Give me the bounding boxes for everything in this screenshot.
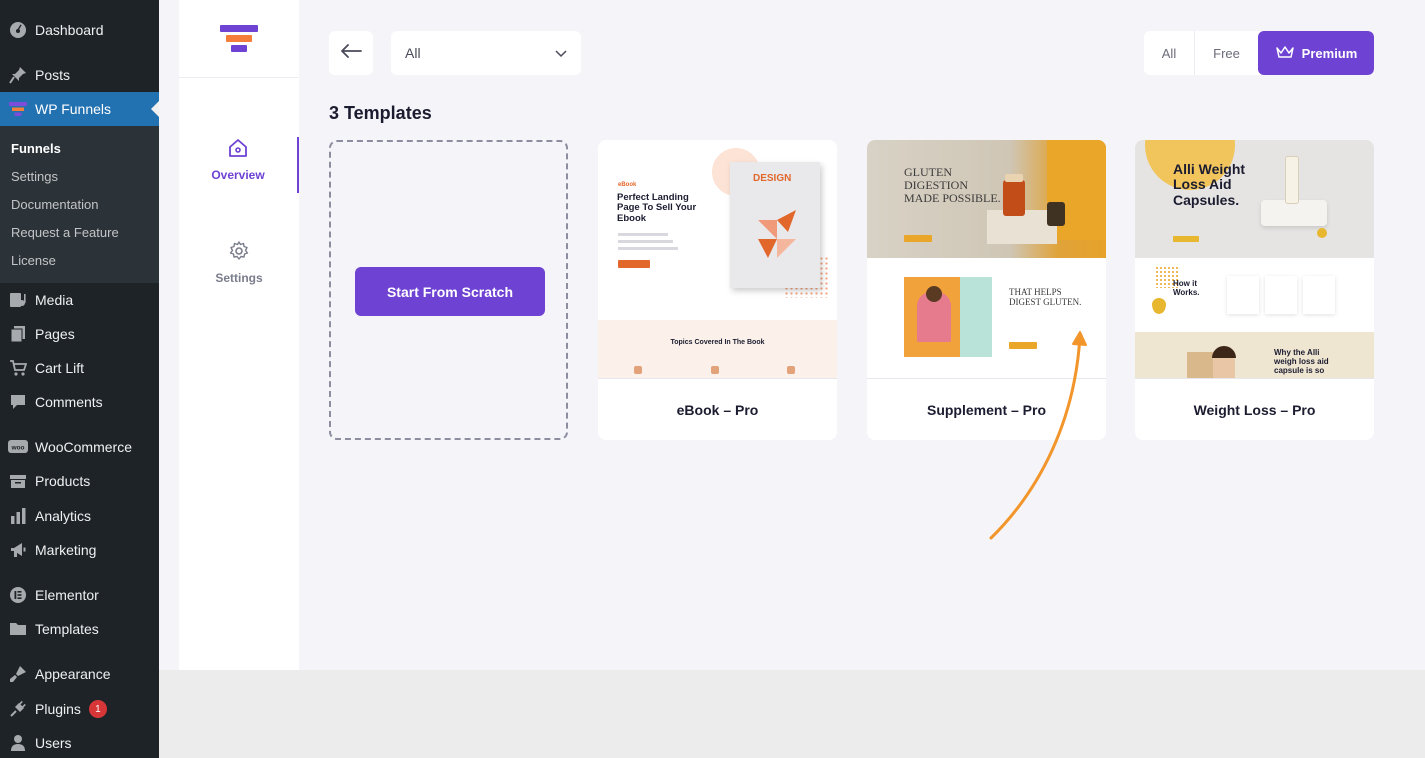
- menu-label: WP Funnels: [35, 101, 111, 117]
- filter-all-tab[interactable]: All: [1144, 31, 1195, 75]
- back-button[interactable]: [329, 31, 373, 75]
- menu-label: Users: [35, 735, 72, 751]
- media-icon: [8, 290, 28, 310]
- menu-label: Elementor: [35, 587, 99, 603]
- template-name: eBook – Pro: [676, 401, 759, 418]
- cart-icon: [8, 358, 28, 378]
- menu-label: Plugins: [35, 701, 81, 717]
- megaphone-icon: [8, 540, 28, 560]
- menu-label: Media: [35, 292, 74, 308]
- brush-icon: [8, 664, 28, 684]
- annotation-arrow: [989, 331, 1087, 540]
- submenu-funnels[interactable]: Funnels: [11, 141, 61, 156]
- submenu-settings[interactable]: Settings: [11, 169, 58, 184]
- menu-appearance[interactable]: Appearance: [0, 657, 159, 691]
- wp-funnels-logo: [179, 0, 299, 78]
- submenu-license[interactable]: License: [11, 253, 56, 268]
- pin-icon: [8, 65, 28, 85]
- crown-icon: [1275, 45, 1302, 62]
- home-icon: [227, 139, 249, 162]
- menu-label: Dashboard: [35, 22, 104, 38]
- ebook-headline: Perfect Landing Page To Sell Your Ebook: [617, 192, 697, 224]
- menu-label: Analytics: [35, 508, 92, 524]
- menu-elementor[interactable]: Elementor: [0, 578, 159, 612]
- ebook-book-title: DESIGN: [753, 173, 792, 184]
- wp-funnels-submenu: Funnels Settings Documentation Request a…: [0, 126, 159, 283]
- ebook-section-title: Topics Covered In The Book: [670, 339, 765, 346]
- menu-label: Pages: [35, 326, 75, 342]
- menu-label: Comments: [35, 394, 103, 410]
- supplement-headline: GLUTEN DIGESTION MADE POSSIBLE.: [904, 165, 1001, 206]
- menu-label: Posts: [35, 67, 71, 83]
- template-preview-ebook: DESIGN eBook Perfect Landing Page To Sel…: [598, 140, 837, 379]
- plugin-nav: Overview Settings: [179, 0, 299, 670]
- gear-icon: [228, 241, 250, 265]
- box-icon: [8, 471, 28, 491]
- gauge-icon: [8, 20, 28, 40]
- menu-label: Marketing: [35, 542, 97, 558]
- menu-posts[interactable]: Posts: [0, 58, 159, 92]
- menu-pages[interactable]: Pages: [0, 317, 159, 351]
- menu-templates[interactable]: Templates: [0, 612, 159, 646]
- menu-products[interactable]: Products: [0, 464, 159, 498]
- ebook-badge: eBook: [618, 182, 637, 188]
- submenu-documentation[interactable]: Documentation: [11, 197, 98, 212]
- filter-free-tab[interactable]: Free: [1195, 31, 1258, 75]
- wp-admin-sidebar: Dashboard Posts WP Funnels Funnels Setti…: [0, 0, 159, 758]
- menu-plugins[interactable]: Plugins 1: [0, 692, 159, 726]
- plug-icon: [8, 699, 28, 719]
- template-count-heading: 3 Templates: [329, 103, 432, 123]
- weight-loss-how: How it Works.: [1173, 279, 1200, 297]
- menu-label: Appearance: [35, 666, 111, 682]
- nav-overview[interactable]: Overview: [179, 137, 299, 193]
- menu-woocommerce[interactable]: woo WooCommerce: [0, 430, 159, 464]
- menu-dashboard[interactable]: Dashboard: [0, 13, 159, 47]
- start-from-scratch-button[interactable]: Start From Scratch: [355, 267, 545, 316]
- elementor-icon: [8, 585, 28, 605]
- funnel-icon: [8, 99, 28, 119]
- folder-icon: [8, 619, 28, 639]
- start-from-scratch-card: Start From Scratch: [329, 140, 568, 440]
- template-name: Weight Loss – Pro: [1193, 401, 1316, 418]
- menu-cart-lift[interactable]: Cart Lift: [0, 351, 159, 385]
- bar-chart-icon: [8, 506, 28, 526]
- weight-loss-why: Why the Alli weigh loss aid capsule is s…: [1274, 348, 1329, 375]
- menu-wp-funnels[interactable]: WP Funnels: [0, 92, 159, 126]
- template-preview-weight-loss: Alli Weight Loss Aid Capsules. How it Wo…: [1135, 140, 1374, 379]
- supplement-subhead: THAT HELPS DIGEST GLUTEN.: [1009, 287, 1082, 307]
- nav-settings[interactable]: Settings: [179, 240, 299, 285]
- plugins-update-badge: 1: [88, 700, 107, 718]
- filter-premium-label: Premium: [1301, 45, 1358, 61]
- template-card-ebook[interactable]: DESIGN eBook Perfect Landing Page To Sel…: [598, 140, 837, 440]
- nav-settings-label: Settings: [215, 271, 263, 285]
- woo-icon: woo: [8, 437, 28, 457]
- menu-media[interactable]: Media: [0, 283, 159, 317]
- weight-loss-headline: Alli Weight Loss Aid Capsules.: [1173, 161, 1246, 208]
- svg-text:woo: woo: [11, 445, 25, 452]
- submenu-request-feature[interactable]: Request a Feature: [11, 225, 119, 240]
- menu-comments[interactable]: Comments: [0, 385, 159, 419]
- category-select-value: All: [405, 45, 421, 61]
- filter-tabs: All Free Premium: [1144, 31, 1374, 75]
- filter-premium-tab[interactable]: Premium: [1258, 31, 1374, 75]
- menu-label: Templates: [35, 621, 99, 637]
- menu-label: Cart Lift: [35, 360, 85, 376]
- menu-analytics[interactable]: Analytics: [0, 499, 159, 533]
- comment-icon: [8, 392, 28, 412]
- menu-label: Products: [35, 473, 91, 489]
- category-select[interactable]: All: [391, 31, 581, 75]
- menu-marketing[interactable]: Marketing: [0, 533, 159, 567]
- nav-overview-label: Overview: [211, 168, 265, 182]
- template-card-weight-loss[interactable]: Alli Weight Loss Aid Capsules. How it Wo…: [1135, 140, 1374, 440]
- user-icon: [8, 733, 28, 753]
- arrow-left-icon: [340, 43, 362, 63]
- menu-users[interactable]: Users: [0, 726, 159, 758]
- menu-label: WooCommerce: [35, 439, 132, 455]
- pages-icon: [8, 324, 28, 344]
- chevron-down-icon: [555, 45, 567, 61]
